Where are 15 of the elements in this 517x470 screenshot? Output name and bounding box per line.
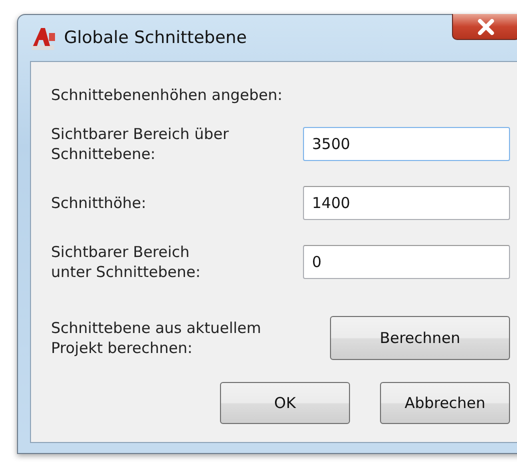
- input-field[interactable]: 1400: [303, 186, 510, 220]
- field-label: Sichtbarer Bereich unter Schnittebene:: [51, 242, 201, 282]
- input-field[interactable]: 3500: [303, 127, 510, 161]
- window-title: Globale Schnittebene: [64, 28, 247, 48]
- input-field[interactable]: 0: [303, 245, 510, 279]
- field-label: Sichtbarer Bereich über Schnittebene:: [51, 124, 229, 164]
- app-logo-icon: [30, 25, 56, 51]
- section-heading: Schnittebenenhöhen angeben:: [51, 86, 284, 104]
- calculate-button[interactable]: Berechnen: [330, 316, 510, 360]
- close-icon: [476, 18, 496, 34]
- field-label: Schnitthöhe:: [51, 193, 146, 213]
- calculate-label: Schnittebene aus aktuellem Projekt berechnen:: [51, 318, 262, 358]
- dialog-button[interactable]: OK: [220, 382, 350, 424]
- dialog-button[interactable]: Abbrechen: [380, 382, 510, 424]
- close-button[interactable]: [452, 14, 517, 40]
